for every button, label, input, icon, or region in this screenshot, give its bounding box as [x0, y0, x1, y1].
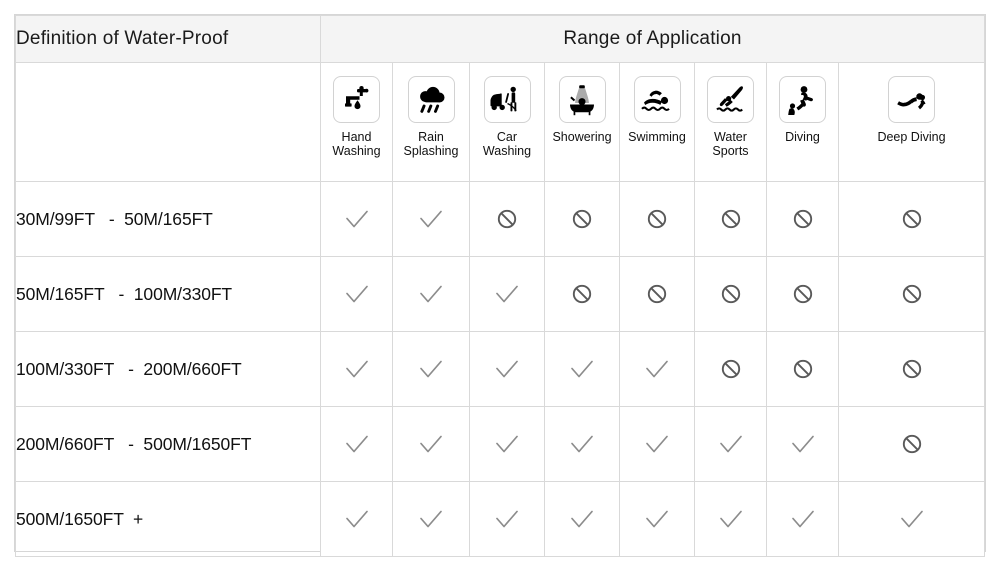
check-mark-icon — [320, 331, 393, 407]
table-row: 50M/165FT - 100M/330FT — [15, 256, 985, 332]
deep-diving-icon — [888, 76, 935, 123]
prohibited-icon — [838, 406, 985, 482]
prohibited-icon — [619, 256, 695, 332]
column-header-hand-washing: Hand Washing — [320, 62, 393, 182]
check-mark-icon — [619, 481, 695, 557]
column-header-showering: Showering — [544, 62, 620, 182]
check-mark-icon — [694, 406, 767, 482]
check-mark-icon — [392, 406, 470, 482]
diving-icon — [779, 76, 826, 123]
faucet-icon — [333, 76, 380, 123]
depth-rating-label: 50M/165FT - 100M/330FT — [15, 256, 321, 332]
range-title: Range of Application — [320, 15, 985, 63]
prohibited-icon — [619, 181, 695, 257]
depth-rating-label: 30M/99FT - 50M/165FT — [15, 181, 321, 257]
table-container: Definition of Water-Proof Range of Appli… — [14, 14, 986, 557]
column-label: Diving — [785, 130, 820, 144]
prohibited-icon — [544, 181, 620, 257]
depth-rating-label: 100M/330FT - 200M/660FT — [15, 331, 321, 407]
table-row: 30M/99FT - 50M/165FT — [15, 181, 985, 257]
prohibited-icon — [694, 181, 767, 257]
column-label: Deep Diving — [877, 130, 946, 144]
column-header-swimming: Swimming — [619, 62, 695, 182]
column-header-car-washing: Car Washing — [469, 62, 545, 182]
column-header-rain-splashing: Rain Splashing — [392, 62, 470, 182]
prohibited-icon — [838, 256, 985, 332]
car-washing-icon — [483, 76, 531, 123]
check-mark-icon — [320, 406, 393, 482]
check-mark-icon — [838, 481, 985, 557]
check-mark-icon — [766, 481, 839, 557]
check-mark-icon — [469, 256, 545, 332]
prohibited-icon — [766, 256, 839, 332]
prohibited-icon — [766, 331, 839, 407]
rain-cloud-icon — [407, 76, 455, 123]
check-mark-icon — [544, 331, 620, 407]
check-mark-icon — [469, 481, 545, 557]
check-mark-icon — [619, 331, 695, 407]
check-mark-icon — [694, 481, 767, 557]
check-mark-icon — [469, 331, 545, 407]
prohibited-icon — [694, 331, 767, 407]
prohibited-icon — [766, 181, 839, 257]
water-resistance-table: Definition of Water-Proof Range of Appli… — [15, 15, 985, 557]
column-header-diving: Diving — [766, 62, 839, 182]
check-mark-icon — [544, 406, 620, 482]
column-label: Water Sports — [712, 130, 749, 158]
column-header-deep-diving: Deep Diving — [838, 62, 985, 182]
prohibited-icon — [838, 181, 985, 257]
column-label: Showering — [552, 130, 612, 144]
water-resistance-chart: Definition of Water-Proof Range of Appli… — [0, 0, 1000, 567]
table-row: 200M/660FT - 500M/1650FT — [15, 406, 985, 482]
check-mark-icon — [619, 406, 695, 482]
water-sports-icon — [707, 76, 754, 123]
check-mark-icon — [469, 406, 545, 482]
check-mark-icon — [320, 181, 393, 257]
check-mark-icon — [544, 481, 620, 557]
prohibited-icon — [469, 181, 545, 257]
check-mark-icon — [320, 481, 393, 557]
definition-title: Definition of Water-Proof — [15, 15, 321, 63]
check-mark-icon — [392, 256, 470, 332]
header-blank-cell — [15, 62, 321, 182]
column-label: Hand Washing — [332, 130, 381, 158]
column-label: Car Washing — [482, 130, 532, 158]
banner-row: Definition of Water-Proof Range of Appli… — [15, 15, 985, 63]
prohibited-icon — [838, 331, 985, 407]
swimming-icon — [633, 76, 681, 123]
prohibited-icon — [544, 256, 620, 332]
depth-rating-label: 200M/660FT - 500M/1650FT — [15, 406, 321, 482]
depth-rating-label: 500M/1650FT + — [15, 481, 321, 557]
prohibited-icon — [694, 256, 767, 332]
check-mark-icon — [320, 256, 393, 332]
column-header-water-sports: Water Sports — [694, 62, 767, 182]
column-label: Rain Splashing — [403, 130, 459, 158]
table-row: 100M/330FT - 200M/660FT — [15, 331, 985, 407]
check-mark-icon — [392, 481, 470, 557]
check-mark-icon — [392, 331, 470, 407]
showering-icon — [558, 76, 606, 123]
check-mark-icon — [392, 181, 470, 257]
check-mark-icon — [766, 406, 839, 482]
column-label: Swimming — [628, 130, 686, 144]
table-row: 500M/1650FT + — [15, 481, 985, 557]
column-header-row: Hand Washing Rain Splashing Car Washing … — [15, 62, 985, 182]
